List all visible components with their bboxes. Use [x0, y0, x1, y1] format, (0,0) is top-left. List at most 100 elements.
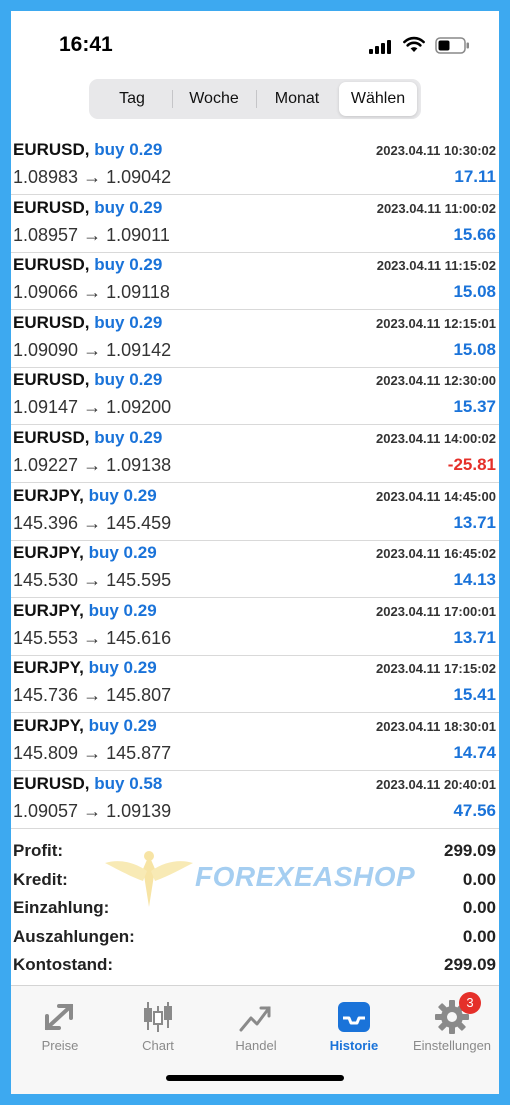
- trade-datetime: 2023.04.11 17:00:01: [376, 603, 496, 619]
- trade-row[interactable]: EURJPY, buy 0.29 145.736 → 145.807 2023.04…: [11, 655, 499, 714]
- trade-datetime: 2023.04.11 16:45:02: [376, 546, 496, 562]
- arrow-right-icon: →: [83, 339, 102, 360]
- trade-side: buy 0.58: [94, 773, 163, 793]
- close-price: 145.807: [106, 685, 172, 706]
- trade-prices: 145.809 → 145.877: [13, 743, 171, 764]
- trade-profit: 13.71: [453, 512, 496, 532]
- open-price: 1.09147: [13, 397, 79, 418]
- segment-waehlen[interactable]: Wählen: [339, 82, 417, 116]
- segment-tag[interactable]: Tag: [93, 82, 171, 116]
- tab-chart[interactable]: Chart: [109, 992, 207, 1056]
- trade-history-list[interactable]: EURUSD, buy 0.29 1.08983 → 1.09042 2023.04…: [11, 125, 499, 833]
- trade-side: buy 0.29: [94, 428, 163, 447]
- status-time: 16:41: [59, 33, 113, 56]
- tab-label: Chart: [142, 1038, 174, 1053]
- tab-einstellungen[interactable]: 3 Einstellungen: [403, 992, 499, 1056]
- close-price: 145.459: [106, 512, 172, 533]
- tab-handel[interactable]: Handel: [207, 992, 305, 1056]
- tab-preise[interactable]: Preise: [11, 992, 109, 1056]
- trade-side: buy 0.29: [94, 312, 163, 332]
- trade-profit: 15.66: [453, 224, 496, 244]
- tab-label: Historie: [329, 1038, 379, 1053]
- watermark-text: FOREXEASHOP: [195, 861, 416, 892]
- tab-label: Preise: [41, 1038, 79, 1053]
- trade-prices: 1.09090 → 1.09142: [13, 340, 171, 361]
- eagle-logo-icon: [105, 851, 193, 907]
- arrow-right-icon: →: [83, 224, 102, 245]
- open-price: 145.809: [13, 743, 79, 763]
- trade-profit: 15.08: [453, 339, 496, 359]
- open-price: 1.08957: [13, 224, 79, 245]
- trade-side: buy 0.29: [94, 197, 163, 217]
- trade-symbol: EURUSD, buy 0.29: [13, 313, 162, 333]
- trade-prices: 145.396 → 145.459: [13, 513, 171, 534]
- wifi-icon: [403, 36, 425, 52]
- trade-datetime: 2023.04.11 17:15:02: [376, 661, 496, 677]
- trade-row[interactable]: EURUSD, buy 0.29 1.08957 → 1.09011 2023.04…: [11, 195, 499, 253]
- candlestick-icon: [144, 1002, 172, 1032]
- trade-symbol: EURJPY, buy 0.29: [13, 486, 157, 506]
- trade-row[interactable]: EURUSD, buy 0.29 1.08983 → 1.09042 2023.04…: [11, 137, 499, 195]
- trade-side: buy 0.29: [88, 600, 157, 620]
- watermark: FOREXEASHOP: [103, 847, 423, 917]
- trade-prices: 1.09066 → 1.09118: [13, 282, 170, 303]
- trade-profit: 13.71: [453, 627, 496, 647]
- trade-datetime: 2023.04.11 20:40:01: [376, 776, 496, 792]
- close-price: 1.09142: [106, 339, 172, 360]
- trade-profit: 14.74: [453, 743, 496, 762]
- trade-row[interactable]: EURUSD, buy 0.58 1.09057 → 1.09139 2023.04…: [11, 771, 499, 829]
- trade-symbol: EURUSD, buy 0.58: [13, 774, 162, 794]
- symbol-name: EURJPY,: [13, 716, 84, 735]
- symbol-name: EURJPY,: [13, 543, 84, 563]
- trade-row[interactable]: EURUSD, buy 0.29 1.09066 → 1.09118 2023.04…: [11, 252, 499, 311]
- trade-datetime: 2023.04.11 18:30:01: [376, 719, 496, 734]
- quotes-arrow-icon: [45, 1004, 73, 1030]
- trade-side: buy 0.29: [88, 716, 157, 735]
- trade-prices: 1.08983 → 1.09042: [13, 167, 171, 188]
- trade-row[interactable]: EURJPY, buy 0.29 145.809 → 145.877 2023.04…: [11, 713, 499, 771]
- arrow-right-icon: →: [83, 167, 102, 187]
- symbol-name: EURUSD,: [13, 428, 90, 447]
- arrow-right-icon: →: [83, 282, 102, 303]
- trade-side: buy 0.29: [88, 485, 157, 505]
- trade-row[interactable]: EURJPY, buy 0.29 145.553 → 145.616 2023.04…: [11, 598, 499, 656]
- close-price: 1.09138: [106, 455, 172, 475]
- period-segmented-control: Tag Woche Monat Wählen: [89, 79, 421, 119]
- trade-row[interactable]: EURUSD, buy 0.29 1.09227 → 1.09138 2023.04…: [11, 425, 499, 483]
- signal-icon: [369, 40, 391, 54]
- trade-prices: 1.09057 → 1.09139: [13, 801, 171, 822]
- trade-symbol: EURUSD, buy 0.29: [13, 428, 162, 448]
- home-indicator[interactable]: [166, 1075, 344, 1081]
- summary-label: Profit:: [13, 841, 64, 860]
- trade-row[interactable]: EURJPY, buy 0.29 145.530 → 145.595 2023.04…: [11, 540, 499, 599]
- arrow-right-icon: →: [83, 455, 102, 475]
- trade-row[interactable]: EURUSD, buy 0.29 1.09090 → 1.09142 2023.04…: [11, 310, 499, 368]
- trade-row[interactable]: EURUSD, buy 0.29 1.09147 → 1.09200 2023.04…: [11, 367, 499, 426]
- trade-chart-icon: [239, 1006, 271, 1032]
- summary-value: 299.09: [444, 955, 496, 974]
- summary-label: Kredit:: [13, 869, 68, 889]
- close-price: 1.09200: [106, 397, 172, 418]
- trade-datetime: 2023.04.11 11:00:02: [376, 200, 496, 216]
- segment-woche[interactable]: Woche: [173, 82, 255, 116]
- symbol-name: EURUSD,: [13, 197, 90, 217]
- trade-symbol: EURUSD, buy 0.29: [13, 198, 162, 218]
- trade-prices: 1.09227 → 1.09138: [13, 455, 171, 476]
- trade-row[interactable]: EURJPY, buy 0.29 145.396 → 145.459 2023.04…: [11, 483, 499, 541]
- tab-label: Einstellungen: [412, 1038, 492, 1053]
- symbol-name: EURUSD,: [13, 370, 90, 390]
- summary-row: Auszahlungen: 0.00: [11, 925, 499, 953]
- open-price: 145.553: [13, 627, 79, 648]
- symbol-name: EURJPY,: [13, 485, 84, 505]
- trade-side: buy 0.29: [94, 255, 163, 275]
- symbol-name: EURJPY,: [13, 600, 84, 620]
- notification-badge: 3: [459, 992, 481, 1014]
- close-price: 145.595: [106, 570, 172, 591]
- tab-historie[interactable]: Historie: [305, 992, 403, 1056]
- summary-label: Kontostand:: [13, 955, 114, 974]
- trade-side: buy 0.29: [94, 140, 163, 159]
- trade-profit: 15.08: [453, 282, 496, 302]
- trade-datetime: 2023.04.11 11:15:02: [376, 258, 496, 274]
- segment-monat[interactable]: Monat: [257, 82, 337, 116]
- trade-prices: 145.736 → 145.807: [13, 685, 171, 706]
